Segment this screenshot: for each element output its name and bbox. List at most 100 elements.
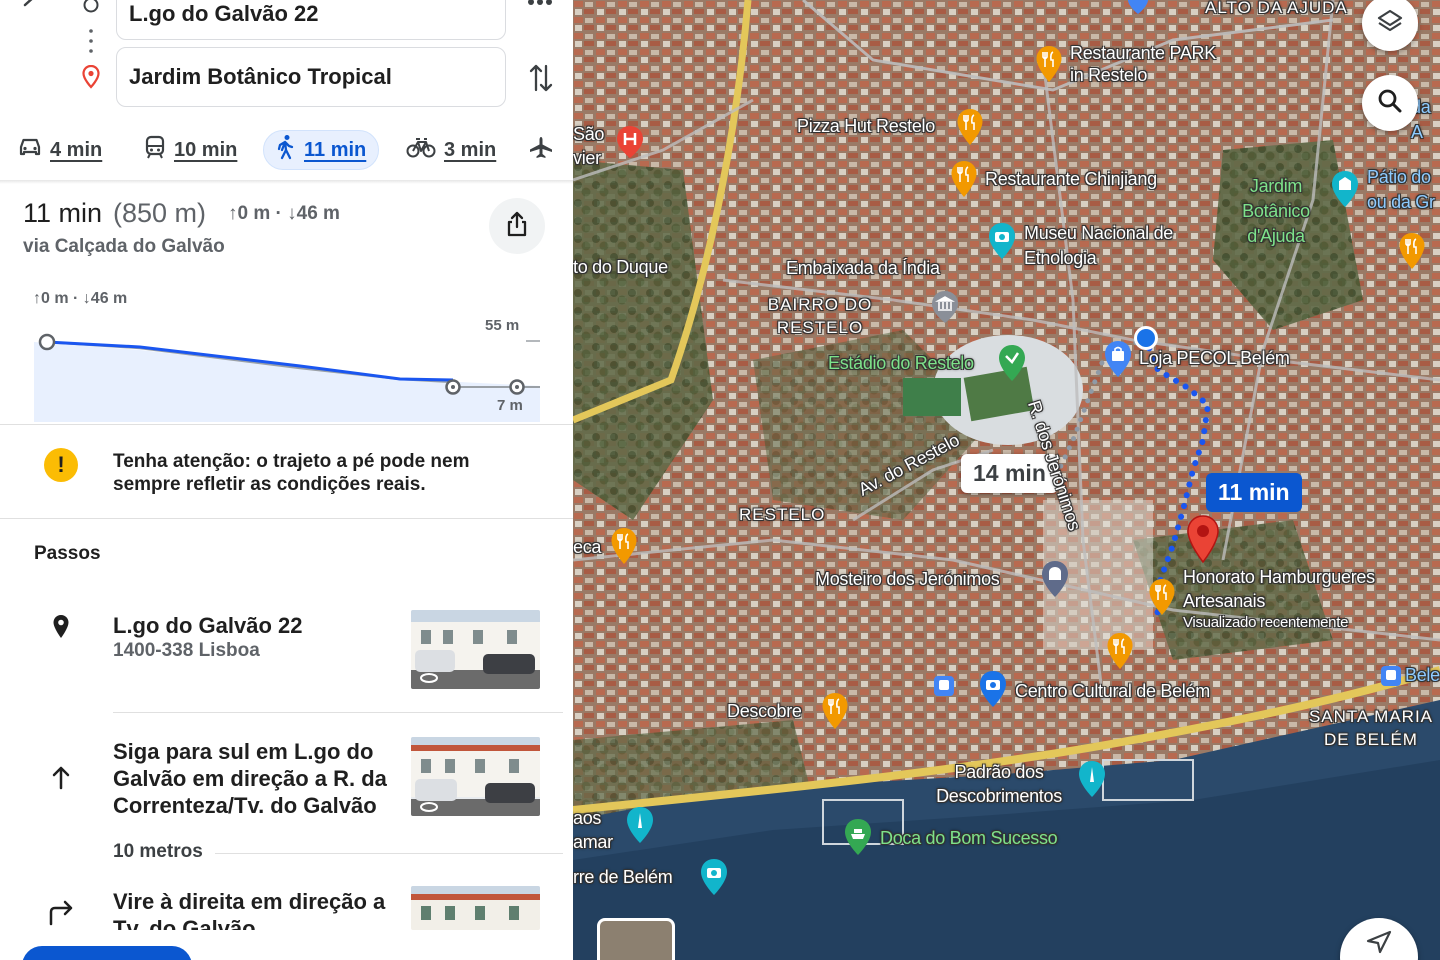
step-1-streetview-thumbnail[interactable] — [411, 610, 540, 689]
street-view-preview[interactable] — [597, 918, 675, 960]
bike-time: 3 min — [444, 138, 497, 161]
tab-car[interactable]: 4 min — [6, 130, 114, 170]
map-label-eca: eca — [573, 537, 602, 557]
destination-text: Jardim Botânico Tropical — [129, 64, 392, 89]
destination-input[interactable]: Jardim Botânico Tropical — [116, 47, 506, 107]
back-arrow-icon[interactable] — [16, 0, 46, 20]
map-label-loja-pecol: Loja PECOL Belém — [1139, 348, 1290, 368]
monument-pin-icon[interactable] — [625, 806, 655, 849]
route-elevation: ↑0 m · ↓46 m — [228, 203, 340, 224]
layers-icon — [1376, 7, 1404, 40]
step-1-title[interactable]: L.go do Galvão 22 — [113, 612, 403, 639]
map-label-torre: rre de Belém — [573, 867, 673, 887]
step-1-subtitle: 1400-338 Lisboa — [113, 640, 260, 661]
elevation-min-label: 7 m — [497, 397, 523, 414]
ferry-pin-icon[interactable] — [843, 818, 873, 861]
elevation-marker-center — [451, 385, 455, 389]
restaurant-pin-icon[interactable] — [1148, 578, 1176, 621]
bus-stop-icon[interactable] — [1380, 665, 1402, 692]
elevation-end-marker-center — [515, 385, 519, 389]
route-distance: (850 m) — [113, 198, 207, 228]
step-2-title[interactable]: Siga para sul em L.go do Galvão em direç… — [113, 738, 403, 819]
map-label-bairro-restelo: BAIRRO DO RESTELO — [767, 295, 873, 337]
government-pin-icon[interactable] — [930, 290, 960, 329]
map-label-duque: to do Duque — [573, 257, 668, 277]
map-label-patio: Pátio do ou da Gr — [1367, 167, 1435, 212]
origin-circle-icon — [80, 0, 102, 16]
elevation-area — [34, 342, 540, 422]
map-label-restaurant-park: Restaurante PARK in Restelo — [1070, 43, 1216, 85]
bus-stop-icon[interactable] — [933, 675, 955, 702]
elevation-max-label: 55 m — [485, 317, 520, 334]
warning-text: Tenha atenção: o trajeto a pé pode nem s… — [113, 451, 470, 495]
search-button[interactable] — [1362, 75, 1418, 131]
step-3-title[interactable]: Vire à direita em direção a Tv. do Galvã… — [113, 888, 403, 930]
shopping-pin-icon[interactable] — [1103, 340, 1133, 383]
map-label-sao-xavier: São vier — [573, 124, 605, 168]
step-2-distance: 10 metros — [113, 841, 215, 863]
restaurant-pin-icon[interactable] — [1106, 632, 1134, 675]
restaurant-pin-icon[interactable] — [1035, 45, 1063, 88]
route-dots-icon — [80, 28, 102, 54]
transit-icon — [144, 135, 166, 165]
restaurant-pin-icon[interactable] — [821, 692, 849, 735]
museum-pin-icon[interactable] — [699, 858, 729, 901]
map-label-recently-viewed: Visualizado recentemente — [1183, 614, 1349, 631]
restaurant-pin-icon[interactable] — [610, 527, 638, 570]
selected-route-time[interactable]: 11 min — [1206, 473, 1302, 512]
car-time: 4 min — [50, 138, 103, 161]
car-icon — [18, 136, 42, 164]
place-pin-icon[interactable] — [1126, 0, 1150, 19]
directions-panel: L.go do Galvão 22 Jardim Botânico Tropic… — [0, 0, 573, 960]
map-label-mosteiro: Mosteiro dos Jerónimos — [815, 569, 1000, 589]
header-divider — [0, 180, 573, 184]
map-label-pizza-hut: Pizza Hut Restelo — [797, 116, 935, 136]
turn-right-icon — [46, 898, 76, 928]
step-3-streetview-thumbnail[interactable] — [411, 886, 540, 930]
tab-transit[interactable]: 10 min — [132, 130, 249, 170]
tab-bike[interactable]: 3 min — [394, 130, 508, 170]
swap-icon[interactable] — [526, 60, 556, 96]
walk-icon — [276, 134, 296, 166]
map-label-chinjiang: Restaurante Chinjiang — [985, 169, 1157, 189]
map-label-alto-ajuda: ALTO DA AJUDA — [1205, 0, 1348, 17]
museum-pin-icon[interactable] — [978, 670, 1008, 713]
arrow-up-icon — [46, 762, 76, 792]
share-button[interactable] — [489, 198, 545, 254]
restaurant-pin-icon[interactable] — [950, 160, 978, 203]
stadium-pin-icon[interactable] — [997, 344, 1027, 387]
map-label-honorato: Honorato Hamburgueres Artesanais — [1183, 567, 1375, 611]
map-label-centro-cultural: Centro Cultural de Belém — [1015, 681, 1210, 701]
route-via: via Calçada do Galvão — [23, 236, 225, 257]
warning-icon: ! — [44, 448, 78, 482]
restaurant-pin-icon[interactable] — [956, 108, 984, 151]
restaurant-pin-icon[interactable] — [1398, 232, 1426, 275]
origin-input[interactable]: L.go do Galvão 22 — [116, 0, 506, 40]
map-label-descobre: Descobre — [727, 701, 802, 721]
travel-mode-tabs: 4 min 10 min 11 min 3 min — [0, 130, 573, 172]
warning-banner: ! Tenha atenção: o trajeto a pé pode nem… — [0, 424, 573, 519]
museum-pin-icon[interactable] — [987, 222, 1017, 265]
destination-marker-icon[interactable] — [1185, 514, 1221, 569]
map-label-estadio: Estádio do Restelo — [828, 353, 974, 373]
route-duration: 11 min — [23, 198, 103, 228]
share-icon — [505, 211, 529, 242]
map-label-jardim-ajuda: Jardim Botânico d'Ajuda — [1242, 176, 1310, 246]
origin-text: L.go do Galvão 22 — [129, 1, 319, 26]
map-label-embaixada: Embaixada da Índia — [786, 258, 940, 278]
monument-pin-icon[interactable] — [1077, 760, 1107, 803]
hospital-pin-icon[interactable] — [615, 125, 645, 164]
tab-flight[interactable] — [520, 130, 562, 170]
steps-heading: Passos — [34, 543, 101, 564]
destination-pin-icon — [80, 64, 102, 90]
landmark-pin-icon[interactable] — [1330, 170, 1360, 213]
elevation-chart-label: ↑0 m · ↓46 m — [33, 290, 128, 307]
satellite-map[interactable]: 14 min 11 min ALTO DA AJUDA Restaurante … — [573, 0, 1440, 960]
navigation-arrow-icon — [1366, 930, 1392, 959]
map-label-padrao: Padrão dos Descobrimentos — [936, 762, 1062, 806]
landmark-pin-icon[interactable] — [1040, 560, 1070, 603]
tab-walk[interactable]: 11 min — [263, 130, 380, 170]
step-2-streetview-thumbnail[interactable] — [411, 737, 540, 816]
more-options-icon[interactable] — [525, 0, 555, 12]
start-button[interactable] — [22, 946, 192, 960]
